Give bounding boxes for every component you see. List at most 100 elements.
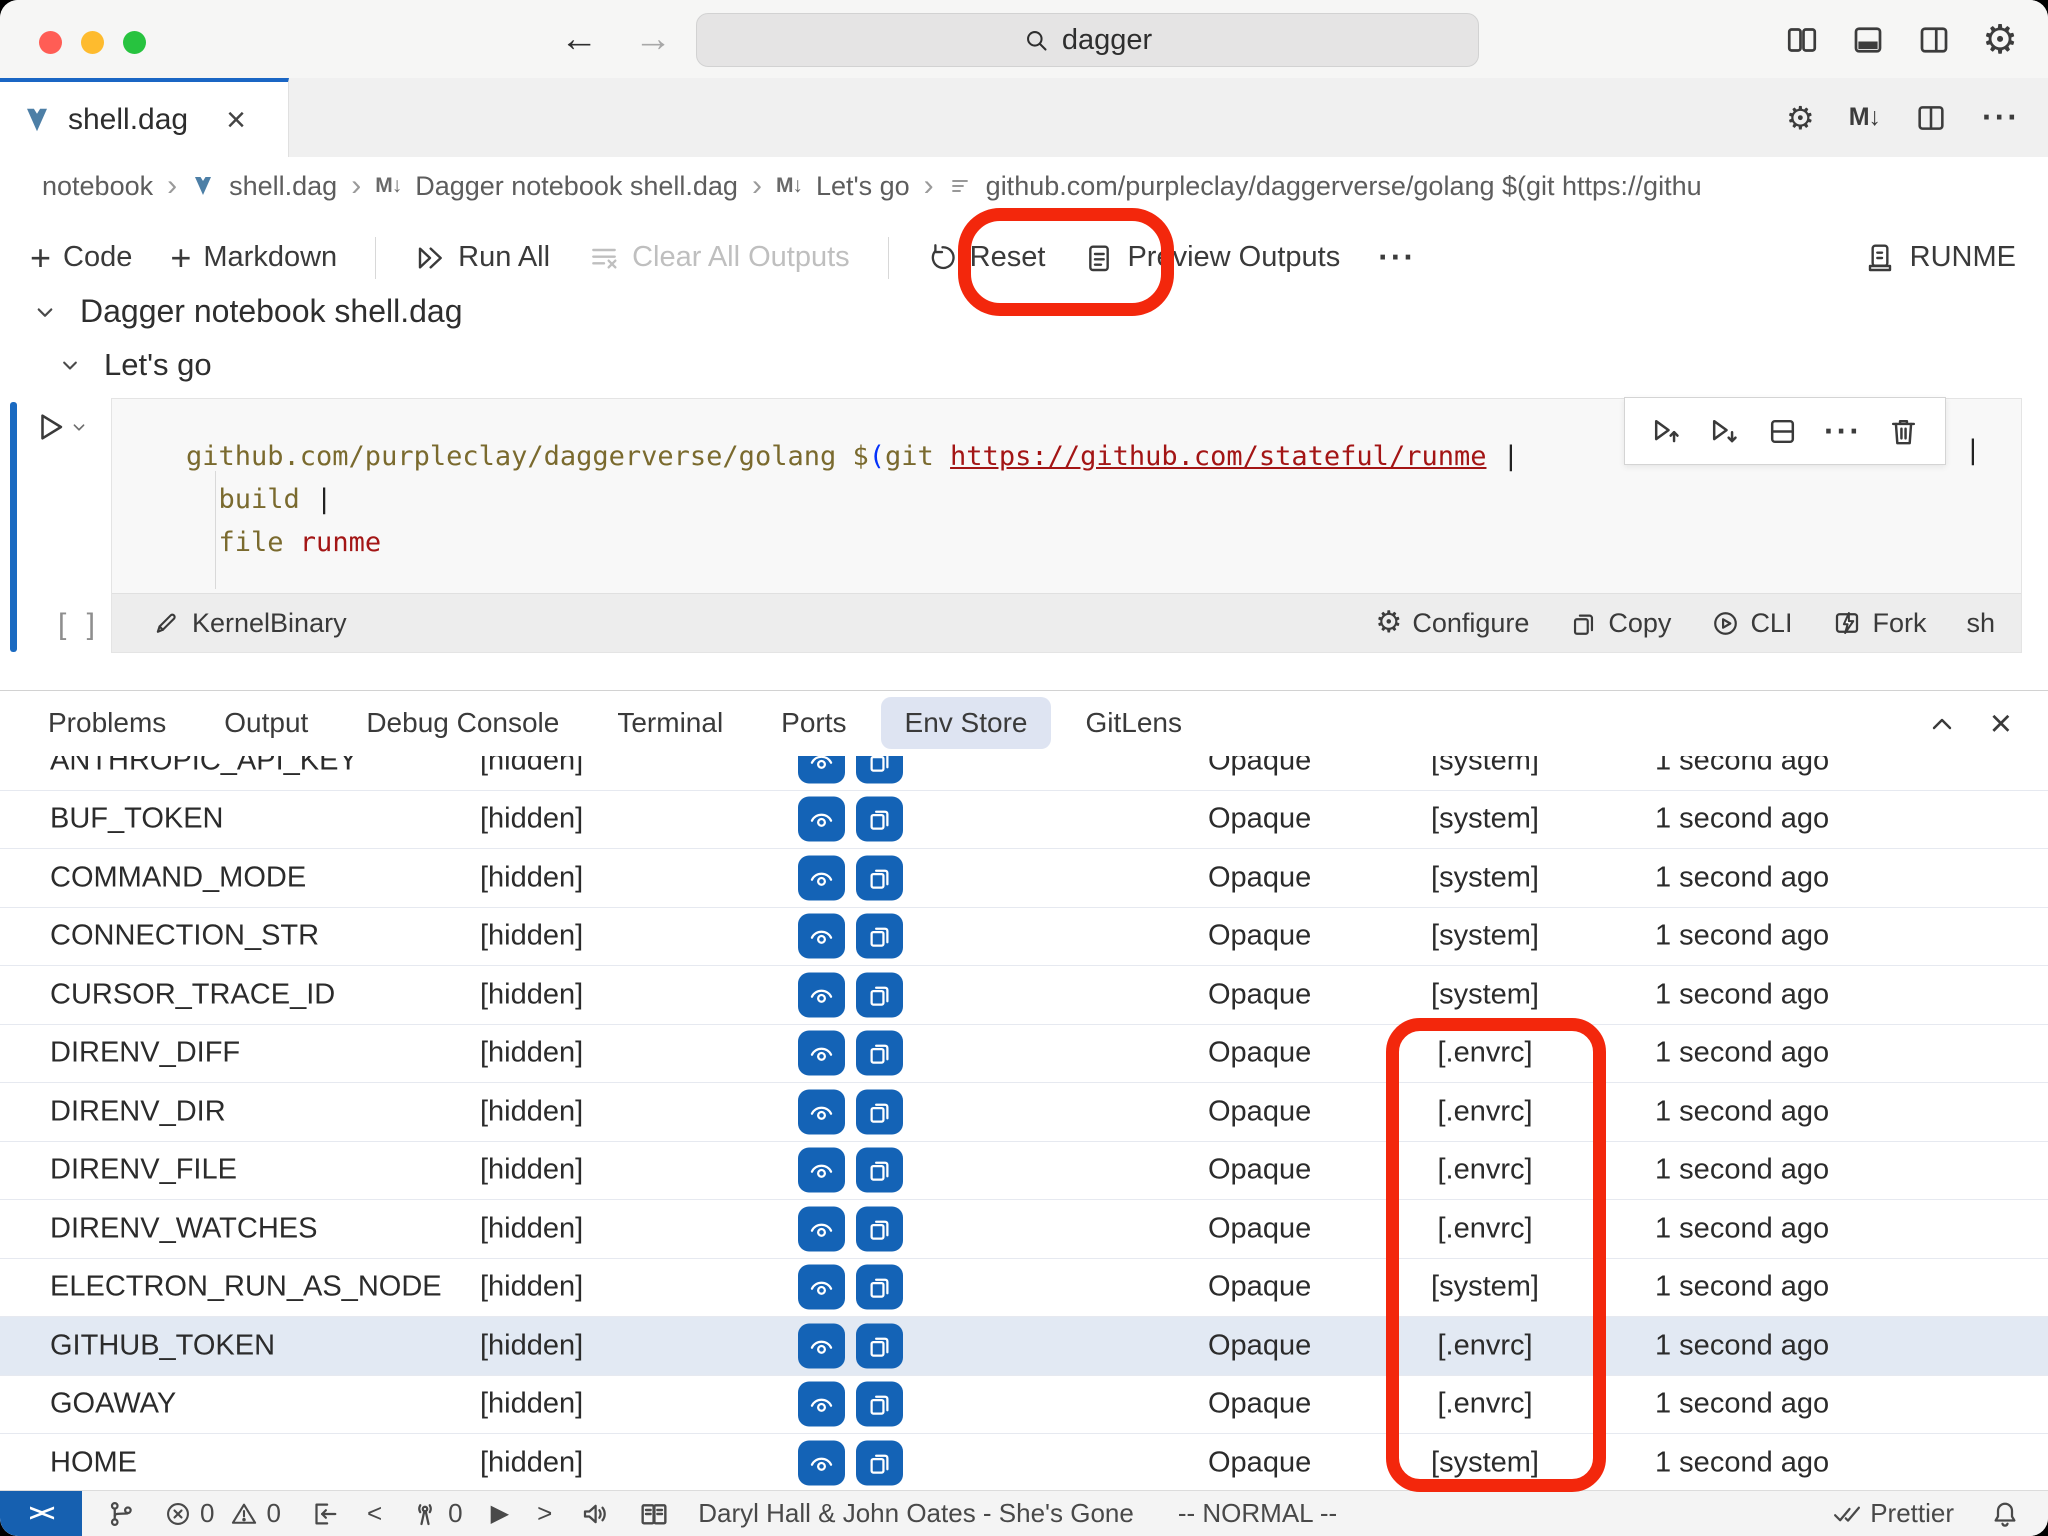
tab-env-store[interactable]: Env Store [881, 697, 1052, 749]
traffic-minimize-button[interactable] [81, 31, 104, 54]
env-table-row[interactable]: GOAWAY [hidden] Opaque [.envrc] 1 second… [0, 1376, 2048, 1435]
reveal-value-button[interactable] [798, 1382, 845, 1427]
reveal-value-button[interactable] [798, 855, 845, 900]
copy-value-button[interactable] [856, 972, 903, 1017]
env-table-row[interactable]: DIRENV_DIR [hidden] Opaque [.envrc] 1 se… [0, 1083, 2048, 1142]
copy-value-button[interactable] [856, 1089, 903, 1134]
kernel-selector[interactable]: KernelBinary [152, 608, 347, 639]
breadcrumb-file[interactable]: shell.dag [229, 171, 337, 202]
tab-gitlens[interactable]: GitLens [1085, 697, 1182, 749]
delete-cell-icon[interactable] [1887, 415, 1920, 448]
collapse-chevron-icon[interactable] [56, 351, 84, 379]
problems-indicator[interactable]: 0 0 [164, 1498, 281, 1529]
copy-value-button[interactable] [856, 1265, 903, 1310]
breadcrumb-subsection[interactable]: Let's go [816, 171, 910, 202]
fork-button[interactable]: Fork [1832, 608, 1926, 639]
toggle-sidebar-icon[interactable] [1784, 22, 1820, 58]
tab-output[interactable]: Output [224, 697, 308, 749]
cell-run-button[interactable] [34, 410, 90, 444]
copy-value-button[interactable] [856, 855, 903, 900]
configure-button[interactable]: ⚙ Configure [1375, 608, 1529, 639]
tab-problems[interactable]: Problems [48, 697, 166, 749]
editor-more-actions-icon[interactable]: ··· [1982, 99, 2020, 136]
env-table-row[interactable]: CONNECTION_STR [hidden] Opaque [system] … [0, 908, 2048, 967]
reveal-value-button[interactable] [798, 1206, 845, 1251]
reveal-value-button[interactable] [798, 1089, 845, 1134]
copy-value-button[interactable] [856, 1148, 903, 1193]
tab-ports[interactable]: Ports [781, 697, 846, 749]
copy-value-button[interactable] [856, 1440, 903, 1485]
preview-outputs-button[interactable]: Preview Outputs [1083, 241, 1340, 274]
copy-value-button[interactable] [856, 1206, 903, 1251]
clear-all-outputs-button[interactable]: Clear All Outputs [588, 241, 850, 274]
prev-icon[interactable]: < [367, 1498, 382, 1529]
toolbar-more-actions-icon[interactable]: ··· [1378, 239, 1416, 276]
reveal-value-button[interactable] [798, 972, 845, 1017]
toggle-secondary-sidebar-icon[interactable] [1916, 22, 1952, 58]
execute-below-icon[interactable] [1708, 415, 1741, 448]
now-playing-status[interactable]: Daryl Hall & John Oates - She's Gone [698, 1498, 1134, 1529]
env-table-row[interactable]: BUF_TOKEN [hidden] Opaque [system] 1 sec… [0, 791, 2048, 850]
tab-close-icon[interactable]: × [226, 103, 246, 137]
toggle-panel-icon[interactable] [1850, 22, 1886, 58]
settings-gear-icon[interactable]: ⚙ [1982, 20, 2018, 60]
env-table-row[interactable]: DIRENV_FILE [hidden] Opaque [.envrc] 1 s… [0, 1142, 2048, 1201]
speaker-icon[interactable] [580, 1499, 610, 1529]
runme-button[interactable]: RUNME [1864, 241, 2016, 274]
env-table-row[interactable]: HOME [hidden] Opaque [system] 1 second a… [0, 1434, 2048, 1491]
copy-value-button[interactable] [856, 914, 903, 959]
reveal-value-button[interactable] [798, 756, 845, 783]
reveal-value-button[interactable] [798, 1148, 845, 1193]
tab-terminal[interactable]: Terminal [617, 697, 723, 749]
env-table-row[interactable]: ELECTRON_RUN_AS_NODE [hidden] Opaque [sy… [0, 1259, 2048, 1318]
env-table-row[interactable]: COMMAND_MODE [hidden] Opaque [system] 1 … [0, 849, 2048, 908]
breadcrumb-cell[interactable]: github.com/purpleclay/daggerverse/golang… [986, 171, 1702, 202]
reveal-value-button[interactable] [798, 914, 845, 959]
reveal-value-button[interactable] [798, 1031, 845, 1076]
copy-value-button[interactable] [856, 756, 903, 783]
git-branch-icon[interactable] [106, 1499, 136, 1529]
exit-door-icon[interactable] [309, 1499, 339, 1529]
book-icon[interactable] [638, 1498, 670, 1530]
tab-debug-console[interactable]: Debug Console [366, 697, 559, 749]
env-table-row[interactable]: GITHUB_TOKEN [hidden] Opaque [.envrc] 1 … [0, 1317, 2048, 1376]
formatter-status[interactable]: Prettier [1832, 1498, 1954, 1529]
vim-mode-indicator[interactable]: -- NORMAL -- [1178, 1498, 1337, 1529]
copy-value-button[interactable] [856, 1031, 903, 1076]
reveal-value-button[interactable] [798, 1323, 845, 1368]
reveal-value-button[interactable] [798, 1440, 845, 1485]
traffic-close-button[interactable] [39, 31, 62, 54]
bell-icon[interactable] [1990, 1499, 2020, 1529]
reset-button[interactable]: Reset [927, 241, 1046, 274]
reveal-value-button[interactable] [798, 797, 845, 842]
split-editor-icon[interactable] [1914, 101, 1948, 135]
command-center-search[interactable]: dagger [696, 13, 1479, 67]
breadcrumb-section[interactable]: Dagger notebook shell.dag [415, 171, 738, 202]
reveal-value-button[interactable] [798, 1265, 845, 1310]
add-markdown-cell-button[interactable]: + Markdown [170, 240, 337, 276]
maximize-panel-chevron-icon[interactable] [1926, 708, 1958, 740]
notebook-settings-gear-icon[interactable]: ⚙ [1786, 102, 1815, 134]
cell-language-badge[interactable]: sh [1966, 608, 1995, 639]
cell-more-actions-icon[interactable]: ··· [1824, 413, 1862, 450]
copy-value-button[interactable] [856, 797, 903, 842]
history-back-button[interactable]: ← [560, 18, 598, 61]
markdown-export-icon[interactable]: M↓ [1849, 103, 1880, 132]
add-code-cell-button[interactable]: + Code [30, 240, 132, 276]
cli-button[interactable]: CLI [1711, 608, 1792, 639]
split-cell-icon[interactable] [1766, 415, 1799, 448]
breadcrumb-notebook[interactable]: notebook [42, 171, 153, 202]
traffic-zoom-button[interactable] [123, 31, 146, 54]
code-url-link[interactable]: https://github.com/stateful/runme [950, 441, 1486, 472]
copy-value-button[interactable] [856, 1323, 903, 1368]
tab-shell-dag[interactable]: shell.dag × [0, 78, 289, 157]
copy-value-button[interactable] [856, 1382, 903, 1427]
remote-indicator[interactable]: >< [0, 1491, 82, 1536]
collapse-chevron-icon[interactable] [30, 297, 60, 327]
env-table-row[interactable]: ANTHROPIC_API_KEY [hidden] Opaque [syste… [0, 756, 2048, 791]
next-icon[interactable]: > [537, 1498, 552, 1529]
env-table-row[interactable]: CURSOR_TRACE_ID [hidden] Opaque [system]… [0, 966, 2048, 1025]
env-table-row[interactable]: DIRENV_WATCHES [hidden] Opaque [.envrc] … [0, 1200, 2048, 1259]
ports-indicator[interactable]: 0 [410, 1498, 462, 1529]
run-options-chevron-icon[interactable] [68, 416, 90, 438]
